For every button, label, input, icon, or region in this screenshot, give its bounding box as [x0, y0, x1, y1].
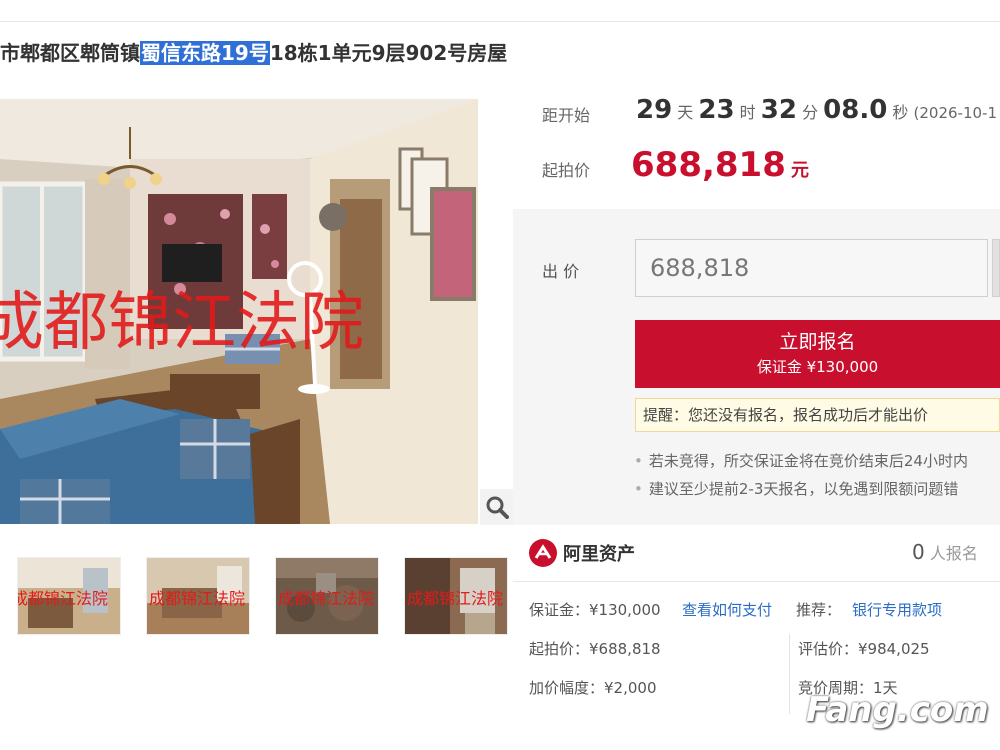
thumbnail-3-watermark: 成都锦江法院 [278, 589, 374, 608]
thumbnail-4[interactable]: 成都锦江法院 [404, 557, 508, 635]
top-divider [0, 21, 1000, 22]
countdown-days-unit: 天 [677, 103, 694, 122]
thumbnail-1-watermark: 成都锦江法院 [18, 589, 108, 608]
appraisal-price: 评估价：¥984,025 [798, 640, 930, 658]
title-suffix: 18栋1单元9层902号房屋 [269, 41, 508, 65]
page-title: 市郫都区郫筒镇蜀信东路19号18栋1单元9层902号房屋 [0, 38, 507, 68]
ali-assets-logo-icon [529, 539, 557, 567]
fang-watermark-logo: Fang.com [806, 690, 989, 730]
countdown-hours-unit: 时 [739, 103, 756, 122]
countdown-minutes: 32 [760, 95, 797, 125]
main-photo-watermark: 成都锦江法院 [0, 286, 364, 360]
bid-amount-input[interactable]: 688,818 [635, 239, 988, 297]
bid-stepper[interactable] [992, 239, 1000, 297]
countdown-seconds-unit: 秒 [892, 103, 909, 122]
countdown-timer: 29 天 23 时 32 分 08.0 秒 (2026-10-1 [636, 93, 997, 127]
start-price-unit: 元 [790, 160, 809, 181]
thumbnail-1[interactable]: 成都锦江法院 [17, 557, 121, 635]
bid-increment: 加价幅度：¥2,000 [529, 679, 657, 697]
magnifier-icon [486, 496, 509, 519]
thumbnail-4-watermark: 成都锦江法院 [407, 589, 503, 608]
signup-count: 0 人报名 [912, 540, 978, 564]
countdown-hours: 23 [698, 95, 735, 125]
thumbnail-2-watermark: 成都锦江法院 [149, 589, 245, 608]
signup-count-label: 人报名 [929, 544, 978, 563]
start-price: 688,818 元 [631, 145, 809, 185]
how-to-pay-link[interactable]: 查看如何支付 [682, 599, 772, 620]
thumbnail-3[interactable]: 成都锦江法院 [275, 557, 379, 635]
register-button-label: 立即报名 [779, 331, 856, 353]
signup-count-number: 0 [912, 540, 925, 564]
countdown-seconds: 08.0 [823, 95, 888, 125]
main-photo[interactable]: 成都锦江法院 [0, 99, 478, 524]
start-price-value: 688,818 [631, 145, 786, 185]
detail-divider [789, 634, 790, 714]
detail-start-price: 起拍价：¥688,818 [529, 640, 661, 658]
countdown-minutes-unit: 分 [802, 103, 819, 122]
start-price-label: 起拍价 [542, 161, 591, 180]
thumbnail-2[interactable]: 成都锦江法院 [146, 557, 250, 635]
recommend-label: 推荐： [796, 601, 842, 619]
note-early-signup-text: 建议至少提前2-3天报名，以免遇到限额问题错 [648, 480, 959, 498]
countdown-days: 29 [636, 95, 673, 125]
countdown-date: (2026-10-1 [913, 104, 998, 122]
note-refund: • 若未竞得，所交保证金将在竞价结束后24小时内 [634, 452, 968, 470]
note-refund-text: 若未竞得，所交保证金将在竞价结束后24小时内 [648, 452, 968, 470]
countdown-label: 距开始 [542, 106, 591, 125]
zoom-button[interactable] [480, 489, 514, 525]
register-button-deposit: 保证金 ¥130,000 [756, 358, 879, 376]
bid-label: 出 价 [542, 262, 580, 281]
register-button[interactable]: 立即报名 保证金 ¥130,000 [635, 320, 1000, 388]
deposit-amount: 保证金：¥130,000 [529, 601, 661, 619]
note-early-signup: • 建议至少提前2-3天报名，以免遇到限额问题错 [634, 480, 959, 498]
reminder-notice: 提醒：您还没有报名，报名成功后才能出价 [635, 398, 1000, 432]
platform-name: 阿里资产 [563, 544, 635, 565]
bank-account-link[interactable]: 银行专用款项 [852, 599, 942, 620]
title-highlight: 蜀信东路19号 [140, 41, 270, 65]
title-prefix: 市郫都区郫筒镇 [0, 41, 140, 65]
